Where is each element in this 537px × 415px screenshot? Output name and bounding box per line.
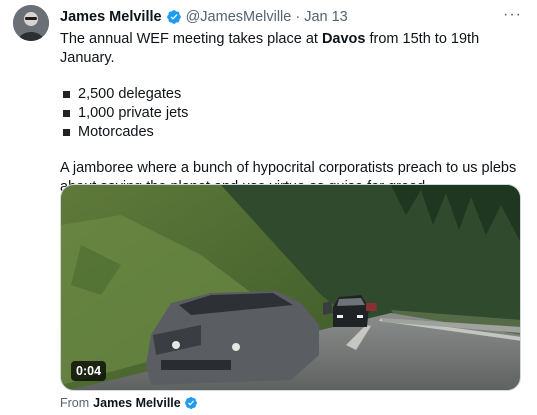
bullet-square-icon [63,129,70,136]
from-label: From [60,396,90,410]
tweet-date[interactable]: Jan 13 [304,7,348,27]
tweet-text: The annual WEF meeting takes place at Da… [60,30,522,197]
bullet-square-icon [63,91,70,98]
list-item: 2,500 delegates [60,85,522,104]
davos-text: Davos [321,31,366,47]
tweet-header: James Melville @JamesMelville · Jan 13 [60,7,348,27]
avatar[interactable] [13,5,49,41]
from-author-link[interactable]: James Melville [93,395,181,411]
author-display-name[interactable]: James Melville [60,7,162,27]
list-item: Motorcades [60,123,522,142]
verified-badge-icon[interactable] [166,9,182,25]
author-handle[interactable]: @JamesMelville [186,7,292,27]
verified-badge-icon [184,397,197,409]
bullet-list: 2,500 delegates 1,000 private jets Motor… [60,85,522,142]
video-player[interactable]: 0:04 [60,184,521,391]
bullet-text: 2,500 delegates [78,86,182,102]
list-item: 1,000 private jets [60,104,522,123]
bullet-text: Motorcades [78,124,154,140]
tweet-line-1: The annual WEF meeting takes place at Da… [60,30,522,68]
video-duration: 0:04 [71,361,107,381]
more-options-icon[interactable]: ··· [503,6,522,24]
bullet-square-icon [63,110,70,117]
bullet-text: 1,000 private jets [78,105,189,121]
video-thumbnail [61,185,520,390]
header-separator: · [295,9,301,25]
tweet-line-1-start: The annual WEF meeting takes place at [60,31,322,47]
from-attribution: From James Melville [60,395,198,411]
tweet[interactable]: James Melville @JamesMelville · Jan 13 ·… [0,0,537,415]
